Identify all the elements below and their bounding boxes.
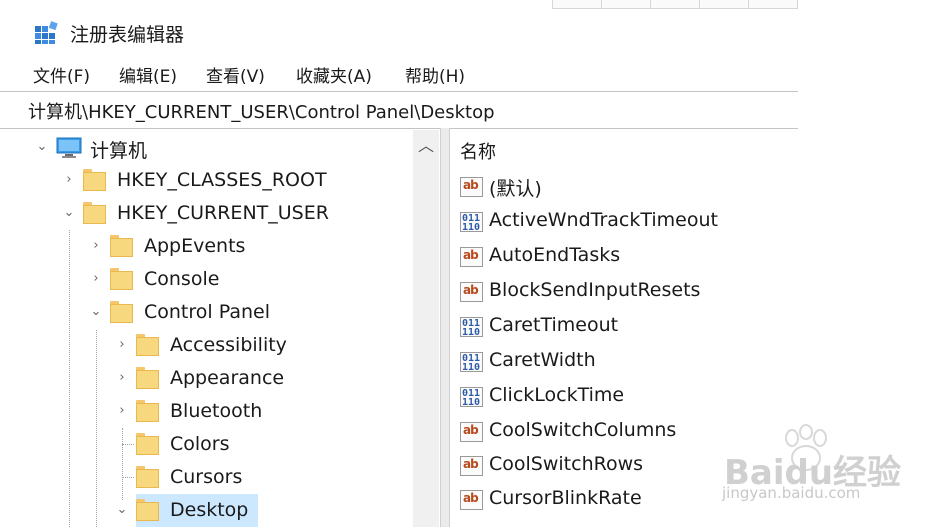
value-row[interactable]: ab CoolSwitchRows [460,452,760,482]
chevron-down-icon[interactable]: ⌄ [34,139,50,154]
window-control-button[interactable] [601,0,651,9]
watermark-site: jingyan.baidu.com [722,484,861,502]
tree-node[interactable]: › HKEY_CLASSES_ROOT [61,167,361,197]
value-row[interactable]: ab (默认) [460,173,760,203]
tree-node-label: Bluetooth [170,400,263,422]
tree-scrollbar[interactable] [413,130,439,527]
tree-node-label: 计算机 [90,140,148,162]
menu-file[interactable]: 文件(F) [33,62,90,87]
tree-node[interactable]: › Accessibility [114,332,404,362]
value-row[interactable]: ab CursorBlinkRate [460,486,760,516]
tree-node-label: Appearance [170,367,285,389]
column-header-name[interactable]: 名称 [460,138,496,164]
folder-icon [136,367,159,389]
dword-value-icon: 011 110 [460,352,483,373]
menu-edit[interactable]: 编辑(E) [119,62,177,87]
string-value-icon: ab [460,282,483,302]
address-path[interactable]: 计算机\HKEY_CURRENT_USER\Control Panel\Desk… [28,98,495,124]
tree-node[interactable]: ⌄ HKEY_CURRENT_USER [61,200,361,230]
menu-help[interactable]: 帮助(H) [405,62,465,87]
string-value-icon: ab [460,422,483,442]
folder-icon [136,400,159,422]
tree-node-label: HKEY_CURRENT_USER [117,202,329,224]
tree-node-label: Colors [170,433,230,455]
folder-icon [136,433,159,455]
folder-icon [136,334,159,356]
tree-node-selected[interactable]: ⌄ Desktop [114,497,404,527]
window-control-button[interactable] [748,0,798,9]
tree-node-label: Console [144,268,220,290]
window-title: 注册表编辑器 [70,24,185,46]
string-value-icon: ab [460,490,483,510]
value-row[interactable]: ab CoolSwitchColumns [460,418,760,448]
value-row[interactable]: 011 110 ClickLockTime [460,383,760,413]
value-row[interactable]: 011 110 ActiveWndTrackTimeout [460,208,780,238]
tree-node[interactable]: › AppEvents [88,233,388,263]
tree-node[interactable]: Cursors [114,464,404,494]
menu-favorites[interactable]: 收藏夹(A) [296,62,372,87]
tree-guide-line [69,230,70,527]
tree-node-label: Accessibility [170,334,287,356]
value-row[interactable]: ab AutoEndTasks [460,243,760,273]
tree-node-label: AppEvents [144,235,246,257]
value-name: CaretWidth [489,349,596,371]
string-value-icon: ab [460,177,483,197]
pane-splitter[interactable] [440,128,450,527]
folder-icon [110,235,133,257]
chevron-down-icon[interactable]: ⌄ [114,502,130,517]
tree-node[interactable]: Colors [114,431,404,461]
dword-value-icon: 011 110 [460,317,483,338]
value-name: AutoEndTasks [489,244,621,266]
menu-view[interactable]: 查看(V) [206,62,265,87]
folder-icon [110,268,133,290]
value-name: (默认) [489,178,542,200]
computer-icon [56,137,82,158]
value-name: CursorBlinkRate [489,487,642,509]
tree-node[interactable]: › Appearance [114,365,404,395]
tree-node[interactable]: › Bluetooth [114,398,404,428]
tree-node-label: Desktop [170,499,249,521]
chevron-right-icon[interactable]: › [61,172,77,187]
tree-node-label: HKEY_CLASSES_ROOT [117,169,327,191]
chevron-right-icon[interactable]: › [114,337,130,352]
value-row[interactable]: ab BlockSendInputResets [460,278,760,308]
chevron-right-icon[interactable]: › [114,403,130,418]
tree-node-label: Cursors [170,466,243,488]
dword-value-icon: 011 110 [460,387,483,408]
chevron-down-icon[interactable]: ⌄ [61,205,77,220]
value-name: CoolSwitchColumns [489,419,677,441]
value-name: ClickLockTime [489,384,625,406]
string-value-icon: ab [460,247,483,267]
window-control-button[interactable] [552,0,602,9]
tree-node-label: Control Panel [144,301,270,323]
string-value-icon: ab [460,456,483,476]
window-control-button[interactable] [650,0,700,9]
tree-guide-line [96,330,97,527]
chevron-down-icon[interactable]: ⌄ [88,304,104,319]
value-name: ActiveWndTrackTimeout [489,209,718,231]
tree-node[interactable]: ⌄ Control Panel [88,299,388,329]
scroll-up-arrow-icon[interactable]: ︿ [413,132,439,160]
window-control-button[interactable] [699,0,749,9]
tree-node-computer[interactable]: ⌄ 计算机 [34,134,234,164]
registry-editor-icon [35,21,58,44]
value-row[interactable]: 011 110 CaretTimeout [460,313,760,343]
tree-node[interactable]: › Console [88,266,388,296]
chevron-right-icon[interactable]: › [114,370,130,385]
dword-value-icon: 011 110 [460,212,483,233]
value-name: CoolSwitchRows [489,453,644,475]
chevron-right-icon[interactable]: › [88,238,104,253]
folder-icon [136,466,159,488]
folder-icon [83,202,106,224]
value-name: CaretTimeout [489,314,619,336]
chevron-right-icon[interactable]: › [88,271,104,286]
value-row[interactable]: 011 110 CaretWidth [460,348,760,378]
folder-icon [83,169,106,191]
folder-icon [136,499,159,521]
folder-icon [110,301,133,323]
value-name: BlockSendInputResets [489,279,701,301]
